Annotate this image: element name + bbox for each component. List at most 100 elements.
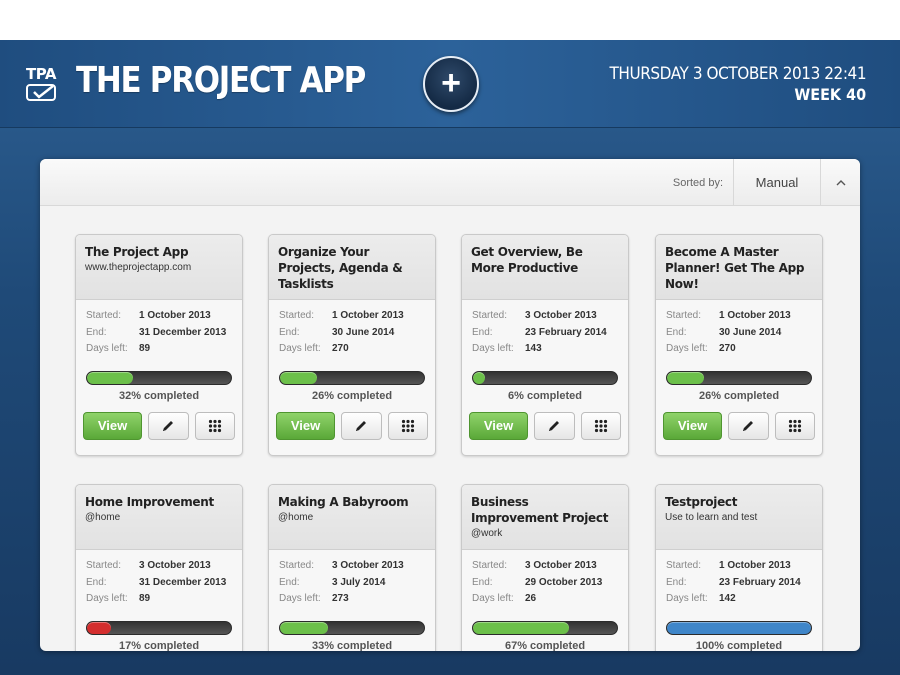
days-left-value: 26 (525, 593, 537, 604)
project-card[interactable]: Home Improvement @home Started: 3 October… (75, 484, 243, 651)
project-card[interactable]: Get Overview, Be More Productive Started… (461, 234, 629, 456)
end-label: End: (86, 326, 107, 338)
progress-fill (87, 621, 112, 634)
end-value: 31 December 2013 (139, 576, 227, 588)
progress-bar (472, 620, 618, 635)
edit-button[interactable] (341, 411, 382, 440)
started-label: Started: (666, 310, 702, 321)
project-subtitle: @home (278, 512, 314, 523)
started-label: Started: (472, 310, 508, 321)
days-left-label: Days left: (666, 593, 708, 604)
days-left-value: 142 (719, 593, 736, 604)
grid-icon (594, 419, 607, 432)
tasks-grid-button[interactable] (387, 411, 428, 440)
end-label: End: (472, 326, 493, 338)
project-card[interactable]: Organize Your Projects, Agenda & Tasklis… (268, 234, 436, 456)
project-title: Get Overview, Be More Productive (471, 245, 583, 275)
end-label: End: (279, 576, 300, 588)
project-title: Making A Babyroom (278, 495, 409, 509)
progress-fill (473, 371, 485, 384)
days-left-value: 89 (139, 593, 151, 604)
progress-bar (279, 370, 425, 385)
end-value: 3 July 2014 (332, 576, 386, 588)
view-button[interactable]: View (469, 411, 529, 440)
days-left-label: Days left: (472, 593, 514, 604)
project-subtitle: www.theprojectapp.com (85, 262, 192, 273)
progress-text: 26% completed (698, 389, 780, 402)
project-card-header: Making A Babyroom @home (269, 485, 435, 550)
end-label: End: (279, 326, 300, 338)
current-week: WEEK 40 (794, 85, 866, 104)
view-button[interactable]: View (663, 411, 723, 440)
end-value: 29 October 2013 (525, 576, 603, 588)
end-label: End: (666, 576, 687, 588)
sort-bar: Sorted by: Manual (40, 159, 860, 206)
project-card-header: Become A Master Planner! Get The App Now… (656, 235, 822, 300)
project-subtitle: @work (471, 528, 503, 539)
logo-text: TPA (26, 65, 56, 83)
days-left-label: Days left: (279, 343, 321, 354)
project-card[interactable]: The Project App www.theprojectapp.com St… (75, 234, 243, 456)
project-details: Started: 1 October 2013 End: 31 December 2… (76, 300, 242, 402)
started-label: Started: (86, 560, 122, 571)
pencil-icon (163, 420, 174, 431)
sort-label: Sorted by: (672, 177, 723, 189)
chevron-up-icon[interactable] (821, 159, 860, 206)
view-button[interactable]: View (83, 411, 143, 440)
edit-button[interactable] (534, 411, 575, 440)
end-value: 30 June 2014 (719, 326, 782, 338)
edit-button[interactable] (728, 411, 769, 440)
progress-fill (667, 621, 811, 634)
tasks-grid-button[interactable] (774, 411, 815, 440)
started-value: 3 October 2013 (332, 560, 404, 571)
started-label: Started: (279, 560, 315, 571)
checkbox-icon (26, 84, 56, 101)
tasks-grid-button[interactable] (194, 411, 235, 440)
end-value: 23 February 2014 (525, 326, 607, 338)
days-left-value: 270 (719, 343, 736, 354)
project-details: Started: 3 October 2013 End: 29 October 20… (462, 550, 628, 651)
project-details: Started: 3 October 2013 End: 3 July 2014 D… (269, 550, 435, 651)
grid-icon (401, 419, 414, 432)
progress-text: 67% completed (504, 639, 586, 652)
started-label: Started: (279, 310, 315, 321)
project-details: Started: 3 October 2013 End: 23 February 2… (462, 300, 628, 402)
started-label: Started: (86, 310, 122, 321)
started-value: 3 October 2013 (139, 560, 211, 571)
project-subtitle: @home (85, 512, 121, 523)
tasks-grid-button[interactable] (580, 411, 621, 440)
project-card-header: Organize Your Projects, Agenda & Tasklis… (269, 235, 435, 300)
started-value: 1 October 2013 (332, 310, 404, 321)
card-actions: View (76, 402, 242, 455)
project-card[interactable]: Become A Master Planner! Get The App Now… (655, 234, 823, 456)
progress-text: 17% completed (118, 639, 200, 652)
started-value: 1 October 2013 (719, 560, 791, 571)
project-details: Started: 1 October 2013 End: 30 June 2014 … (656, 300, 822, 402)
app-window: TPA THE PROJECT APP + THURSDAY 3 OCTOBER… (0, 40, 900, 675)
progress-text: 26% completed (311, 389, 393, 402)
project-title: Organize Your Projects, Agenda & Tasklis… (278, 245, 403, 291)
card-actions: View (269, 402, 435, 455)
project-card[interactable]: Business Improvement Project @work Start… (461, 484, 629, 651)
project-title: The Project App (85, 245, 189, 259)
project-card-header: Business Improvement Project @work (462, 485, 628, 550)
project-card[interactable]: Testproject Use to learn and test Starte… (655, 484, 823, 651)
project-card[interactable]: Making A Babyroom @home Started: 3 Octobe… (268, 484, 436, 651)
pencil-icon (549, 420, 560, 431)
progress-fill (280, 371, 318, 384)
project-card-header: Testproject Use to learn and test (656, 485, 822, 550)
days-left-label: Days left: (86, 343, 128, 354)
progress-bar (86, 620, 232, 635)
days-left-value: 89 (139, 343, 151, 354)
grid-icon (788, 419, 801, 432)
view-button[interactable]: View (276, 411, 336, 440)
edit-button[interactable] (148, 411, 189, 440)
app-title: THE PROJECT APP (76, 60, 366, 101)
add-project-button[interactable]: + (423, 56, 479, 112)
project-details: Started: 1 October 2013 End: 30 June 2014 … (269, 300, 435, 402)
end-label: End: (472, 576, 493, 588)
started-value: 1 October 2013 (139, 310, 211, 321)
card-actions: View (462, 402, 628, 455)
sort-select[interactable]: Manual (733, 159, 821, 206)
progress-fill (473, 621, 570, 634)
